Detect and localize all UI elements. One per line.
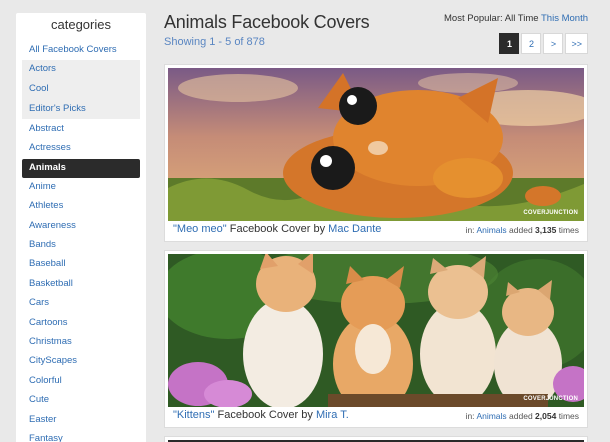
sidebar-item-abstract[interactable]: Abstract [22, 120, 140, 139]
watermark: COVERJUNCTION [523, 210, 578, 216]
caption-suffix: Facebook Cover by [214, 409, 316, 421]
sidebar-item-easter[interactable]: Easter [22, 411, 140, 430]
cover-title-link[interactable]: Meo meo [177, 223, 223, 235]
page-title: Animals Facebook Covers [164, 12, 370, 32]
pagination: 1 2 > >> [499, 33, 588, 54]
cat-cover-illustration [168, 68, 584, 221]
last-page-button[interactable]: >> [565, 33, 588, 54]
sidebar-item-bands[interactable]: Bands [22, 236, 140, 255]
watermark: COVERJUNCTION [523, 396, 578, 402]
category-link[interactable]: Animals [476, 225, 506, 235]
sidebar-item-athletes[interactable]: Athletes [22, 197, 140, 216]
sidebar-item-actors[interactable]: Actors [22, 60, 140, 80]
sidebar-item-christmas[interactable]: Christmas [22, 333, 140, 352]
cover-meta: in: Animals added 2,054 times [466, 411, 579, 421]
sidebar-item-awareness[interactable]: Awareness [22, 217, 140, 236]
popularity-filter: Most Popular: All Time This Month [444, 13, 588, 24]
caption-suffix: Facebook Cover by [226, 223, 329, 235]
page-2-button[interactable]: 2 [521, 33, 542, 54]
category-sidebar: categories All Facebook Covers Actors Cool… [16, 13, 146, 442]
cover-card: COVERJUNCTION "Kittens" Facebook Cover b… [164, 250, 588, 428]
sidebar-item-anime[interactable]: Anime [22, 178, 140, 197]
popular-label: Most Popular: All Time [444, 13, 539, 24]
next-page-button[interactable]: > [543, 33, 564, 54]
category-link[interactable]: Animals [476, 411, 506, 421]
sidebar-item-cute[interactable]: Cute [22, 391, 140, 410]
added-count: 2,054 [535, 411, 557, 421]
author-link[interactable]: Mira T. [316, 409, 349, 421]
page-1-button[interactable]: 1 [499, 33, 520, 54]
sidebar-item-baseball[interactable]: Baseball [22, 255, 140, 274]
in-label: in: [465, 411, 477, 421]
sidebar-item-cool[interactable]: Cool [22, 80, 140, 100]
times-label: times [556, 225, 579, 235]
cover-caption: "Meo meo" Facebook Cover by Mac Dante [173, 223, 381, 235]
cover-meta: in: Animals added 3,135 times [466, 225, 579, 235]
category-list: All Facebook Covers Actors Cool Editor's Pi… [16, 41, 146, 442]
cover-title-link[interactable]: Kittens [177, 409, 211, 421]
times-label: times [556, 411, 579, 421]
added-label: added [506, 411, 536, 421]
sidebar-item-colorful[interactable]: Colorful [22, 372, 140, 391]
cover-image[interactable]: COVERJUNCTION [168, 68, 584, 221]
added-count: 3,135 [535, 225, 557, 235]
sidebar-item-basketball[interactable]: Basketball [22, 275, 140, 294]
this-month-link[interactable]: This Month [541, 13, 588, 24]
sidebar-item-cityscapes[interactable]: CityScapes [22, 352, 140, 371]
author-link[interactable]: Mac Dante [328, 223, 381, 235]
sidebar-item-all-facebook-covers[interactable]: All Facebook Covers [22, 41, 140, 60]
sidebar-item-cars[interactable]: Cars [22, 294, 140, 313]
added-label: added [506, 225, 536, 235]
cover-card [164, 436, 588, 442]
cover-image[interactable]: COVERJUNCTION [168, 254, 584, 407]
sidebar-item-animals[interactable]: Animals [22, 158, 140, 178]
sidebar-item-cartoons[interactable]: Cartoons [22, 314, 140, 333]
cover-caption: "Kittens" Facebook Cover by Mira T. [173, 409, 349, 421]
sidebar-item-fantasy[interactable]: Fantasy [22, 430, 140, 442]
sidebar-item-actresses[interactable]: Actresses [22, 139, 140, 158]
sidebar-item-editor-s-picks[interactable]: Editor's Picks [22, 99, 140, 120]
cover-card: COVERJUNCTION "Meo meo" Facebook Cover b… [164, 64, 588, 242]
kittens-cover-illustration [168, 254, 584, 407]
in-label: in: [465, 225, 477, 235]
sidebar-title: categories [51, 17, 111, 32]
results-count: Showing 1 - 5 of 878 [164, 36, 265, 48]
